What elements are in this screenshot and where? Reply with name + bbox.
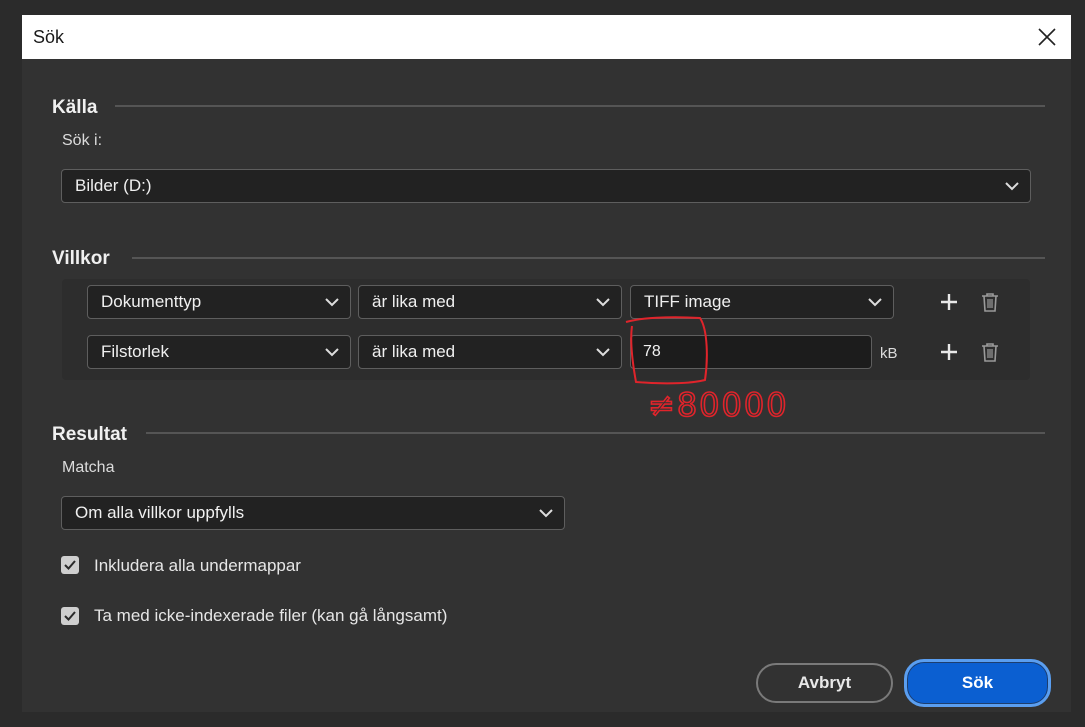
include-subfolders-label: Inkludera alla undermappar xyxy=(94,556,301,575)
plus-icon xyxy=(941,344,957,360)
include-subfolders-checkbox[interactable] xyxy=(61,556,79,574)
search-in-label: Sök i: xyxy=(62,132,103,149)
conditions-divider xyxy=(132,257,1045,259)
trash-icon xyxy=(982,293,998,312)
checkmark-icon xyxy=(64,611,76,621)
file-size-input[interactable]: 78 xyxy=(630,335,872,369)
search-button[interactable]: Sök xyxy=(904,659,1051,707)
checkmark-icon xyxy=(64,560,76,570)
chevron-down-icon xyxy=(539,509,553,518)
chevron-down-icon xyxy=(868,298,882,307)
chevron-down-icon xyxy=(325,348,339,357)
title-bar: Sök xyxy=(22,15,1071,59)
search-dialog: Sök Källa Sök i: Bilder (D:) Villkor Dok… xyxy=(22,15,1071,712)
match-label: Matcha xyxy=(62,459,115,476)
results-divider xyxy=(146,432,1045,434)
include-non-indexed-label: Ta med icke-indexerade filer (kan gå lån… xyxy=(94,606,448,625)
search-in-dropdown[interactable]: Bilder (D:) xyxy=(61,169,1031,203)
search-in-value: Bilder (D:) xyxy=(75,176,152,195)
condition-2-operator-dropdown[interactable]: är lika med xyxy=(358,335,622,369)
file-size-unit: kB xyxy=(880,345,898,362)
condition-2-operator-value: är lika med xyxy=(372,342,456,361)
condition-1-operator-value: är lika med xyxy=(372,292,456,311)
match-dropdown[interactable]: Om alla villkor uppfylls xyxy=(61,496,565,530)
delete-condition-button[interactable] xyxy=(979,341,1001,363)
include-non-indexed-checkbox[interactable] xyxy=(61,607,79,625)
condition-1-value: TIFF image xyxy=(644,292,731,311)
condition-2-field-dropdown[interactable]: Filstorlek xyxy=(87,335,351,369)
plus-icon xyxy=(941,294,957,310)
dialog-title: Sök xyxy=(33,27,65,47)
cancel-button[interactable]: Avbryt xyxy=(756,663,893,703)
condition-1-operator-dropdown[interactable]: är lika med xyxy=(358,285,622,319)
chevron-down-icon xyxy=(1005,182,1019,191)
match-value: Om alla villkor uppfylls xyxy=(75,503,245,522)
chevron-down-icon xyxy=(325,298,339,307)
condition-1-field-dropdown[interactable]: Dokumenttyp xyxy=(87,285,351,319)
source-divider xyxy=(115,105,1045,107)
trash-icon xyxy=(982,343,998,362)
close-button[interactable] xyxy=(1033,23,1061,51)
delete-condition-button[interactable] xyxy=(979,291,1001,313)
chevron-down-icon xyxy=(596,298,610,307)
condition-2-field-value: Filstorlek xyxy=(101,342,170,361)
condition-1-value-dropdown[interactable]: TIFF image xyxy=(630,285,894,319)
add-condition-button[interactable] xyxy=(938,291,960,313)
results-heading: Resultat xyxy=(52,424,127,445)
add-condition-button[interactable] xyxy=(938,341,960,363)
file-size-value: 78 xyxy=(643,343,661,360)
chevron-down-icon xyxy=(596,348,610,357)
conditions-heading: Villkor xyxy=(52,248,110,269)
condition-1-field-value: Dokumenttyp xyxy=(101,292,202,311)
close-icon xyxy=(1038,28,1056,46)
source-heading: Källa xyxy=(52,97,98,118)
